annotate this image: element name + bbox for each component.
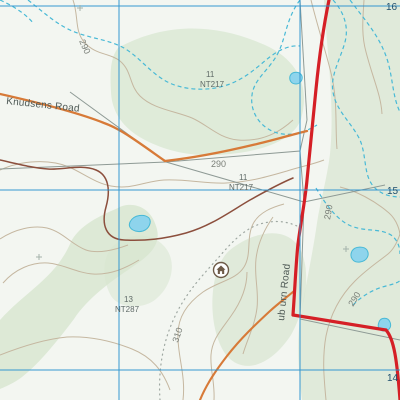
parcel-lot-2: 11 xyxy=(239,173,248,182)
parcel-lot-3: 13 xyxy=(124,295,133,304)
house-icon xyxy=(212,261,230,279)
topographic-map[interactable]: Knudsens Road ub urn Road 290 290 290 29… xyxy=(0,0,400,400)
grid-label-mid-right: 15 xyxy=(387,186,399,197)
parcel-plan-2: NT217 xyxy=(229,183,254,192)
parcel-plan-3: NT287 xyxy=(115,305,140,314)
contour-label-290-center: 290 xyxy=(211,159,226,169)
parcel-lot-1: 11 xyxy=(206,70,215,79)
map-canvas: Knudsens Road ub urn Road 290 290 290 29… xyxy=(0,0,400,400)
parcel-plan-1: NT217 xyxy=(200,80,225,89)
grid-label-bottom-right: 14 xyxy=(387,373,399,384)
grid-label-top-right: 16 xyxy=(386,2,398,13)
dam-right xyxy=(350,246,369,263)
